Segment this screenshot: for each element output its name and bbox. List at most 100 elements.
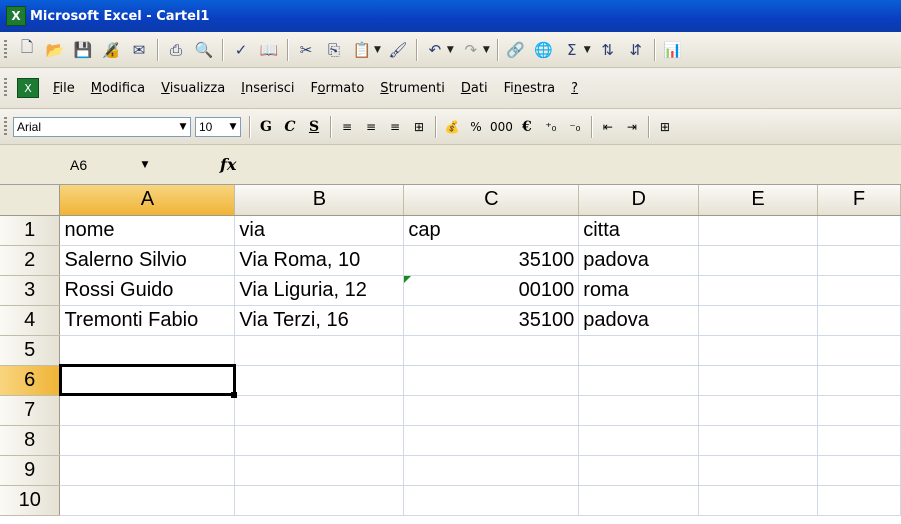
cell[interactable] [59, 455, 236, 486]
permission-icon[interactable]: 🔏 [98, 37, 124, 63]
row-header[interactable]: 8 [0, 425, 61, 456]
cell[interactable] [234, 395, 405, 426]
cell[interactable] [698, 425, 819, 456]
thousands-button[interactable]: 000 [488, 115, 515, 139]
increase-decimal-icon[interactable]: ⁺₀ [539, 115, 563, 139]
active-cell-a6[interactable] [58, 364, 237, 397]
cell-a1[interactable]: nome [59, 215, 236, 246]
sort-descending-icon[interactable]: ⇵ [623, 37, 649, 63]
cell-c4[interactable]: 35100 [403, 305, 580, 336]
cell[interactable] [234, 425, 405, 456]
row-header[interactable]: 5 [0, 335, 61, 366]
menu-inserisci[interactable]: Inserisci [233, 78, 302, 99]
formula-input[interactable] [246, 149, 901, 180]
cell-f1[interactable] [817, 215, 901, 246]
open-folder-icon[interactable]: 📂 [42, 37, 68, 63]
redo-icon[interactable]: ↷ [458, 37, 484, 63]
excel-app-icon[interactable]: X [6, 6, 26, 26]
row-header[interactable]: 2 [0, 245, 61, 276]
cell[interactable] [234, 455, 405, 486]
drawing-icon[interactable]: 🌐 [531, 37, 557, 63]
cell[interactable] [59, 335, 236, 366]
cell-e4[interactable] [698, 305, 819, 336]
cell-f4[interactable] [817, 305, 901, 336]
email-icon[interactable]: ✉ [126, 37, 152, 63]
paste-dropdown-icon[interactable]: ▼ [374, 45, 381, 55]
copy-icon[interactable]: ⎘ [321, 37, 347, 63]
cell[interactable] [234, 335, 405, 366]
bold-button[interactable]: G [254, 115, 278, 139]
research-icon[interactable]: 📖 [256, 37, 282, 63]
cell[interactable] [403, 485, 580, 516]
cell[interactable] [234, 365, 405, 396]
cell-e1[interactable] [698, 215, 819, 246]
cell[interactable] [817, 365, 901, 396]
row-header[interactable]: 6 [0, 365, 61, 396]
underline-button[interactable]: S [302, 115, 326, 139]
cell[interactable] [578, 395, 700, 426]
font-name-select[interactable]: Arial ▼ [13, 116, 191, 137]
align-center-icon[interactable]: ≡ [359, 115, 383, 139]
cell[interactable] [234, 485, 405, 516]
row-header[interactable]: 9 [0, 455, 61, 486]
row-header[interactable]: 4 [0, 305, 61, 336]
cell-d2[interactable]: padova [578, 245, 700, 276]
increase-indent-icon[interactable]: ⇥ [620, 115, 644, 139]
cell-b2[interactable]: Via Roma, 10 [234, 245, 405, 276]
cell[interactable] [698, 335, 819, 366]
column-header-c[interactable]: C [403, 185, 580, 216]
cut-icon[interactable]: ✂ [293, 37, 319, 63]
cell[interactable] [698, 455, 819, 486]
cell[interactable] [403, 455, 580, 486]
currency-icon[interactable]: 💰 [440, 115, 464, 139]
cell-c1[interactable]: cap [403, 215, 580, 246]
redo-dropdown-icon[interactable]: ▼ [483, 45, 490, 55]
workbook-icon[interactable]: X [17, 78, 39, 98]
chevron-down-icon[interactable]: ▼ [138, 160, 152, 170]
cell[interactable] [403, 365, 580, 396]
chevron-down-icon[interactable]: ▼ [176, 122, 190, 132]
spelling-icon[interactable]: ✓ [228, 37, 254, 63]
cell[interactable] [578, 335, 700, 366]
title-bar[interactable]: X Microsoft Excel - Cartel1 [0, 0, 901, 32]
font-size-select[interactable]: 10 ▼ [195, 116, 241, 137]
row-header[interactable]: 3 [0, 275, 61, 306]
borders-icon[interactable]: ⊞ [653, 115, 677, 139]
menu-strumenti[interactable]: Strumenti [372, 78, 453, 99]
menu-dati[interactable]: Dati [453, 78, 496, 99]
cell[interactable] [698, 365, 819, 396]
cell[interactable] [817, 395, 901, 426]
decrease-decimal-icon[interactable]: ⁻₀ [563, 115, 587, 139]
merge-center-icon[interactable]: ⊞ [407, 115, 431, 139]
cell-f3[interactable] [817, 275, 901, 306]
select-all-corner[interactable] [0, 185, 61, 216]
cell-d3[interactable]: roma [578, 275, 700, 306]
cell-d4[interactable]: padova [578, 305, 700, 336]
hyperlink-icon[interactable]: 🔗 [503, 37, 529, 63]
cell-c3[interactable]: 00100 [403, 275, 580, 306]
cell-c2[interactable]: 35100 [403, 245, 580, 276]
percent-button[interactable]: % [464, 115, 488, 139]
column-header-e[interactable]: E [698, 185, 819, 216]
autosum-icon[interactable]: Σ [559, 37, 585, 63]
column-header-a[interactable]: A [59, 185, 236, 216]
cell[interactable] [817, 335, 901, 366]
menu-visualizza[interactable]: Visualizza [153, 78, 233, 99]
menu-finestra[interactable]: Finestra [496, 78, 564, 99]
column-header-f[interactable]: F [817, 185, 901, 216]
chart-wizard-icon[interactable]: 📊 [660, 37, 686, 63]
save-icon[interactable]: 💾 [70, 37, 96, 63]
menu-formato[interactable]: Formato [303, 78, 373, 99]
menu-modifica[interactable]: Modifica [83, 78, 153, 99]
column-header-b[interactable]: B [234, 185, 405, 216]
cell[interactable] [817, 425, 901, 456]
align-right-icon[interactable]: ≡ [383, 115, 407, 139]
cell[interactable] [59, 425, 236, 456]
toolbar-grip[interactable] [4, 116, 7, 137]
paste-icon[interactable]: 📋 [349, 37, 375, 63]
cell-a2[interactable]: Salerno Silvio [59, 245, 236, 276]
sort-ascending-icon[interactable]: ⇅ [595, 37, 621, 63]
cell[interactable] [403, 335, 580, 366]
menu-help[interactable]: ? [563, 78, 586, 99]
format-painter-icon[interactable]: 🖌 [385, 37, 411, 63]
